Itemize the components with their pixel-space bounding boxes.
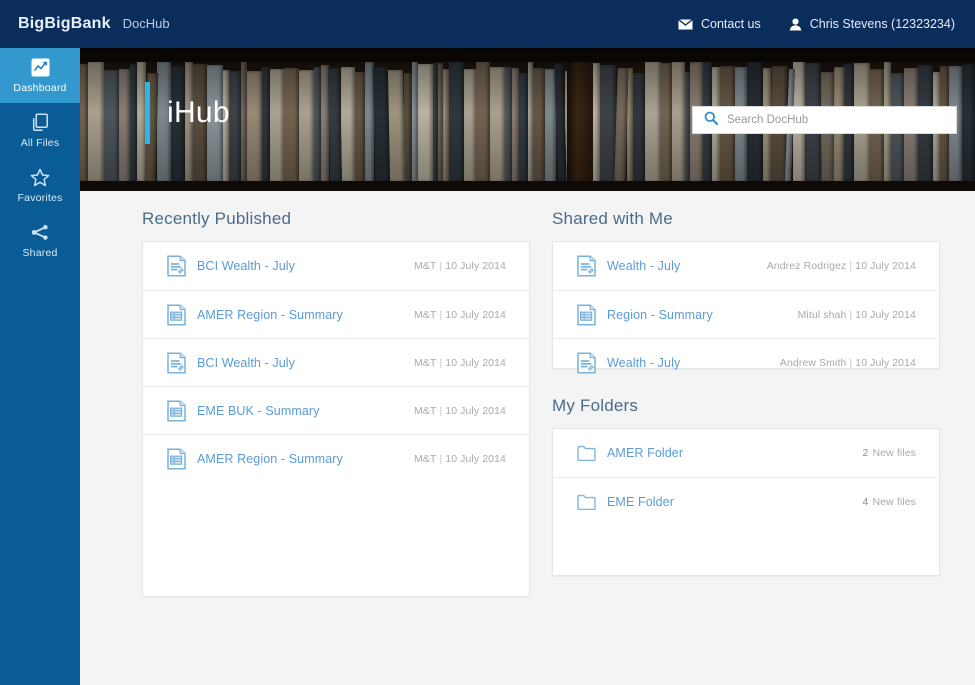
file-row[interactable]: AMER Region - Summary M&T | 10 July 2014 [143,434,529,482]
recently-published-column: Recently Published BCI Wealth - July M&T |… [142,209,530,685]
report-icon [577,303,607,326]
contact-us-link[interactable]: Contact us [678,17,761,31]
item-name[interactable]: AMER Region - Summary [197,308,414,322]
sidebar: Dashboard All Files Favorites Shared [0,48,80,685]
sidebar-item-favorites[interactable]: Favorites [0,158,80,213]
document-icon [577,351,607,374]
sidebar-label-shared: Shared [22,247,58,259]
item-name[interactable]: AMER Region - Summary [197,452,414,466]
brand-product-name: DocHub [122,16,170,31]
share-icon [30,222,50,242]
report-icon [167,399,197,422]
item-meta: M&T | 10 July 2014 [413,356,506,369]
file-row[interactable]: AMER Region - Summary M&T | 10 July 2014 [143,290,529,338]
item-meta: M&T | 10 July 2014 [413,404,506,417]
envelope-icon [678,18,693,30]
item-name[interactable]: BCI Wealth - July [197,259,414,273]
search-input[interactable] [727,114,945,126]
item-meta: M&T | 10 July 2014 [413,308,506,321]
sidebar-item-shared[interactable]: Shared [0,213,80,268]
report-icon [167,303,197,326]
item-meta: M&T | 10 July 2014 [413,452,506,465]
document-icon [167,351,197,374]
top-bar-right: Contact us Chris Stevens (12323234) [678,17,975,31]
file-row[interactable]: EME BUK - Summary M&T | 10 July 2014 [143,386,529,434]
file-row[interactable]: BCI Wealth - July M&T | 10 July 2014 [143,338,529,386]
sidebar-label-dashboard: Dashboard [13,82,67,94]
document-icon [167,255,197,277]
sidebar-label-all-files: All Files [20,137,60,149]
item-name[interactable]: AMER Folder [607,446,863,460]
contact-us-label: Contact us [701,17,761,31]
shared-file-row[interactable]: Wealth - July Andrez Rodrigez | 10 July 201… [553,242,939,290]
item-name[interactable]: EME Folder [607,495,863,509]
my-folders-card: AMER Folder 2 New files EME Folder 4 New file… [552,428,940,576]
item-meta: Mitul shah | 10 July 2014 [797,308,916,321]
search-icon [704,111,719,130]
shared-file-row[interactable]: Wealth - July Andrew Smith | 10 July 2014 [553,338,939,386]
hero-title-group: iHub [145,82,230,144]
item-meta: M&T | 10 July 2014 [413,260,506,272]
sidebar-item-dashboard[interactable]: Dashboard [0,48,80,103]
folder-row[interactable]: EME Folder 4 New files [553,477,939,525]
star-icon [30,167,50,187]
brand-area[interactable]: BigBigBank DocHub [0,15,170,33]
section-title-shared-with-me: Shared with Me [552,209,673,228]
copy-files-icon [31,112,50,132]
item-meta: Andrez Rodrigez | 10 July 2014 [766,260,916,272]
item-meta: 4 New files [862,495,916,508]
item-name[interactable]: Wealth - July [607,356,780,370]
document-icon [577,255,607,277]
item-name[interactable]: Wealth - July [607,259,767,273]
file-row[interactable]: BCI Wealth - July M&T | 10 July 2014 [143,242,529,290]
search-box[interactable] [692,106,957,134]
report-icon [167,447,197,470]
shared-file-row[interactable]: Region - Summary Mitul shah | 10 July 2014 [553,290,939,338]
user-menu[interactable]: Chris Stevens (12323234) [789,17,955,31]
item-meta: Andrew Smith | 10 July 2014 [779,356,916,369]
item-name[interactable]: Region - Summary [607,308,798,322]
right-column: Shared with Me Wealth - July Andrez Rodri… [552,209,940,685]
folder-row[interactable]: AMER Folder 2 New files [553,429,939,477]
sidebar-item-all-files[interactable]: All Files [0,103,80,158]
main-content: Recently Published BCI Wealth - July M&T |… [80,191,975,685]
chart-icon [31,57,50,77]
user-name-label: Chris Stevens (12323234) [809,17,955,31]
hero-banner: iHub [80,48,975,191]
top-bar: BigBigBank DocHub Contact us Chris Steve… [0,0,975,48]
person-icon [789,18,802,31]
dashboard-page: BigBigBank DocHub Contact us Chris Steve… [0,0,975,685]
brand-name: BigBigBank [18,15,111,32]
section-title-my-folders: My Folders [552,396,639,415]
folder-icon [577,494,607,510]
item-name[interactable]: BCI Wealth - July [197,356,414,370]
hero-accent-bar [145,82,150,144]
section-title-recently-published: Recently Published [142,209,292,228]
item-name[interactable]: EME BUK - Summary [197,404,414,418]
item-meta: 2 New files [862,447,916,459]
page-title: iHub [167,96,230,129]
recently-published-card: BCI Wealth - July M&T | 10 July 2014 AMER Re… [142,241,530,597]
shared-with-me-card: Wealth - July Andrez Rodrigez | 10 July 201… [552,241,940,374]
folder-icon [577,445,607,461]
sidebar-label-favorites: Favorites [17,192,63,204]
